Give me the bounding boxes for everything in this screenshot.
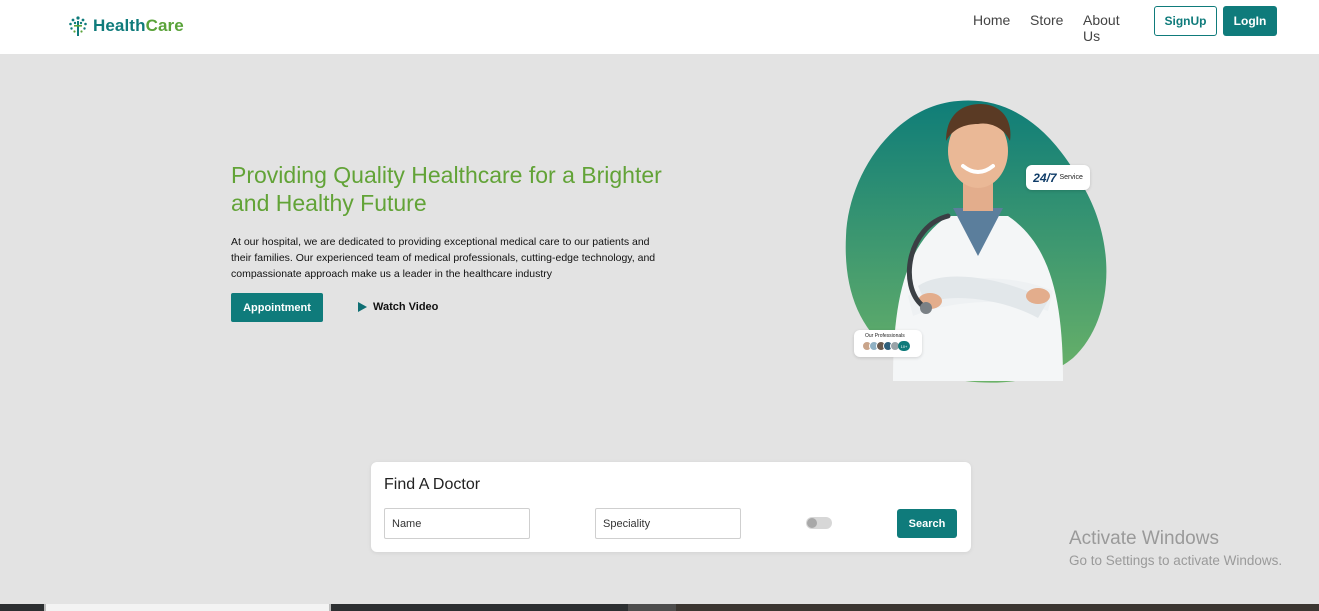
toggle-knob (807, 518, 817, 528)
watch-video-label: Watch Video (373, 301, 439, 313)
top-navbar: HealthCare Home Store About Us SignUp Lo… (0, 0, 1319, 54)
watch-video-link[interactable]: Watch Video (358, 301, 438, 313)
next-section-card (44, 604, 331, 611)
next-section-image (628, 604, 676, 611)
search-button[interactable]: Search (897, 509, 957, 538)
windows-activation-watermark: Activate Windows Go to Settings to activ… (1069, 528, 1282, 570)
caduceus-tree-icon (69, 16, 87, 36)
service-24-7-badge: 24/7 Service (1026, 165, 1090, 190)
service-24-7-number: 24/7 (1033, 170, 1057, 185)
hero-description: At our hospital, we are dedicated to pro… (231, 236, 656, 280)
speciality-input[interactable] (595, 508, 741, 539)
availability-toggle[interactable] (806, 517, 832, 529)
activation-subtitle: Go to Settings to activate Windows. (1069, 553, 1283, 568)
activation-title: Activate Windows (1069, 528, 1219, 549)
brand-name-care: Care (145, 16, 184, 35)
professionals-label: Our Professionals (865, 333, 905, 339)
doctor-name-input[interactable] (384, 508, 530, 539)
brand-logo[interactable]: HealthCare (66, 14, 184, 38)
nav-about-us[interactable]: About Us (1083, 12, 1120, 44)
hero-title: Providing Quality Healthcare for a Brigh… (231, 162, 662, 216)
next-section-image (676, 604, 1319, 611)
signup-button[interactable]: SignUp (1154, 6, 1217, 36)
service-24-7-text: Service (1059, 174, 1083, 181)
appointment-button[interactable]: Appointment (231, 293, 323, 322)
login-button[interactable]: LogIn (1223, 6, 1277, 36)
professionals-more-count: 10+ (898, 341, 910, 351)
professionals-badge: Our Professionals 10+ (854, 330, 922, 357)
professionals-avatars: 10+ (862, 341, 910, 351)
play-icon (358, 302, 367, 312)
find-doctor-card: Find A Doctor Search (371, 462, 971, 552)
brand-name-health: Health (93, 16, 146, 35)
find-doctor-title: Find A Doctor (384, 476, 481, 493)
nav-store[interactable]: Store (1030, 12, 1063, 28)
nav-home[interactable]: Home (973, 12, 1010, 28)
